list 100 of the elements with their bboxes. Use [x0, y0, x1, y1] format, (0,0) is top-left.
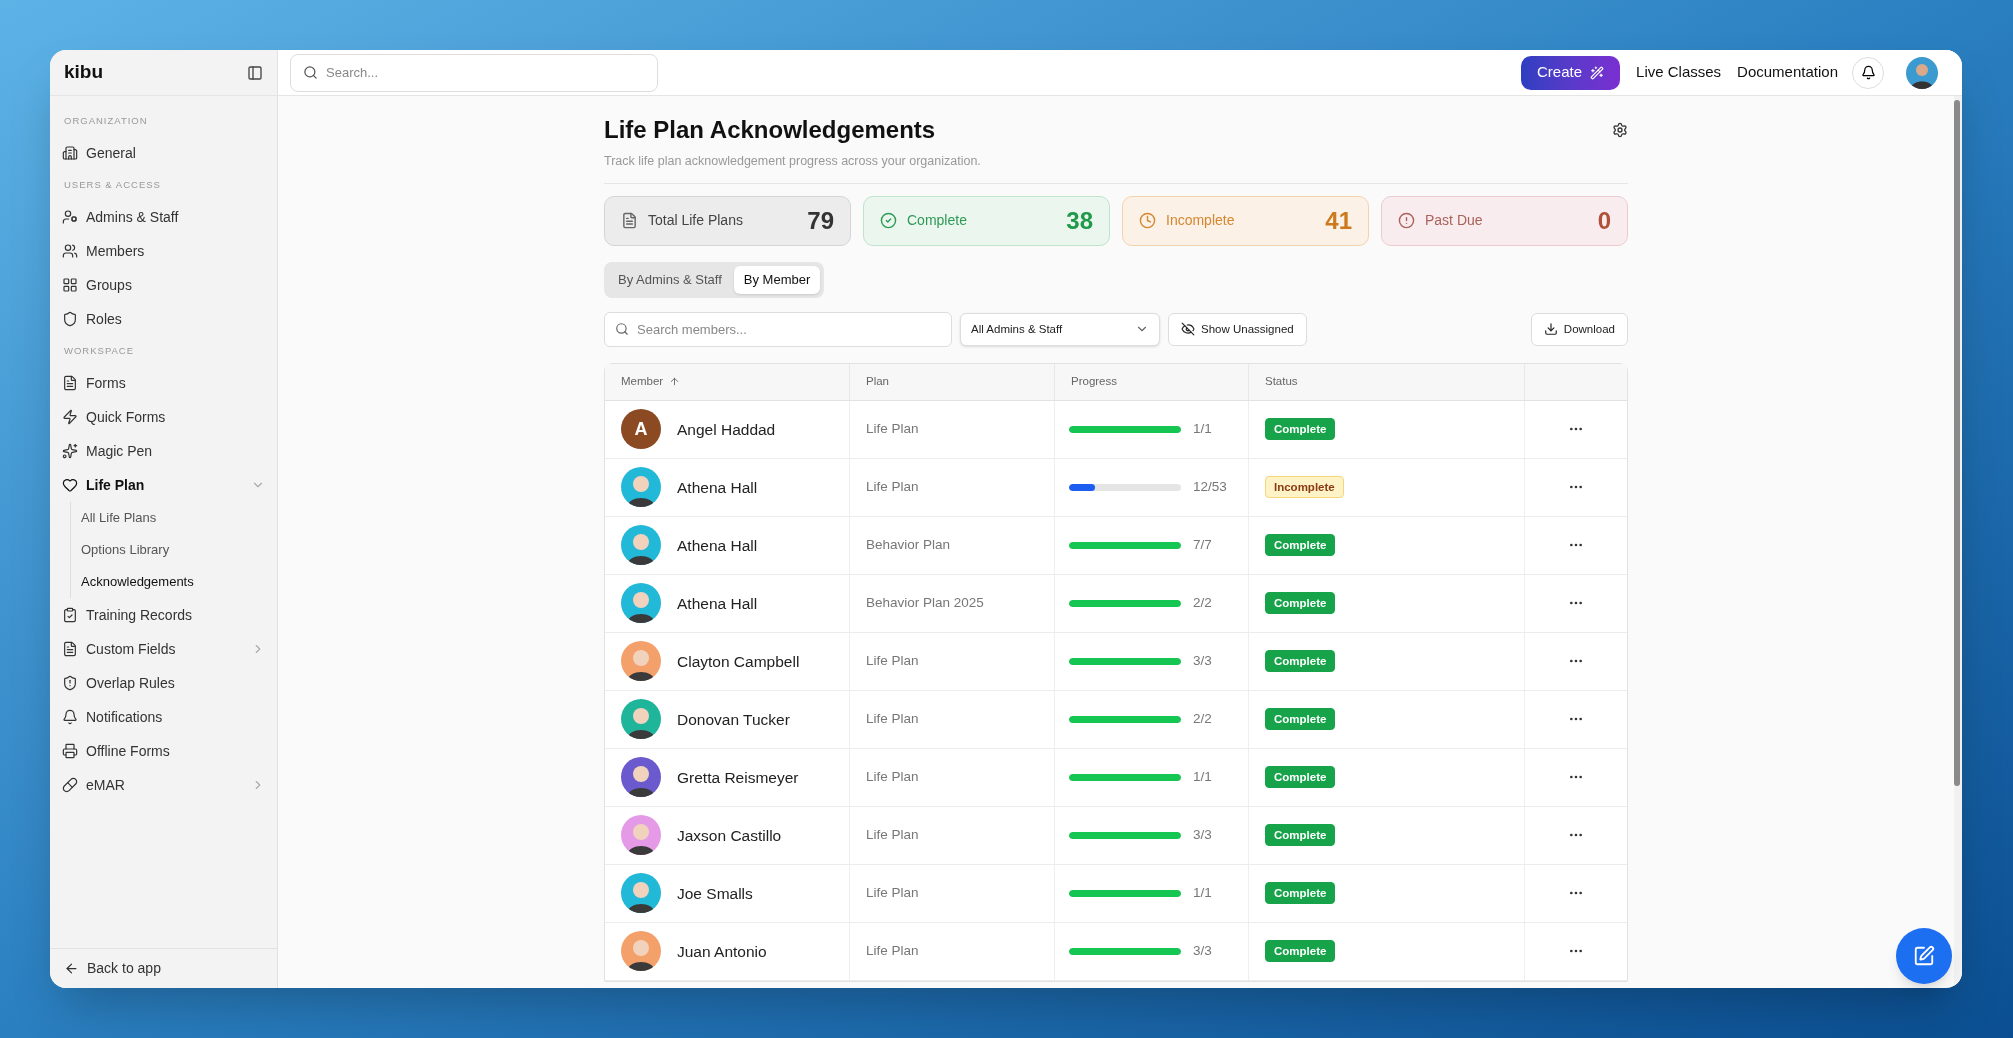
nav-link[interactable]: Live Classes [1636, 61, 1722, 84]
plan-name: Life Plan [866, 652, 919, 671]
document-icon [62, 641, 78, 657]
progress-count: 7/7 [1193, 536, 1212, 555]
sidebar-item[interactable]: General [50, 136, 277, 170]
edit-icon [1913, 945, 1935, 967]
progress-count: 2/2 [1193, 710, 1212, 729]
sidebar-item[interactable]: Custom Fields [50, 632, 277, 666]
member-name: Donovan Tucker [677, 709, 790, 730]
sidebar-subitem[interactable]: Options Library [81, 534, 277, 566]
document-icon [621, 212, 638, 230]
member-name: Jaxson Castillo [677, 825, 782, 846]
grid-icon [62, 277, 78, 293]
bell-icon [1860, 65, 1876, 80]
alert-circle-icon [1398, 212, 1415, 230]
status-badge: Complete [1265, 940, 1336, 963]
page-title: Life Plan Acknowledgements [604, 115, 936, 145]
stat-label: Total Life Plans [648, 211, 744, 231]
search-icon [615, 322, 629, 337]
sidebar-subitem[interactable]: Acknowledgements [81, 566, 277, 598]
back-link[interactable]: Back to app [50, 948, 277, 988]
plan-name: Life Plan [866, 420, 919, 439]
nav-link[interactable]: Documentation [1737, 61, 1838, 84]
status-badge: Complete [1265, 534, 1336, 557]
building-icon [62, 145, 78, 161]
sidebar-item[interactable]: Admins & Staff [50, 200, 277, 234]
sidebar-item[interactable]: Overlap Rules [50, 666, 277, 700]
view-tab[interactable]: By Admins & Staff [608, 265, 732, 294]
sidebar-item[interactable]: Groups [50, 268, 277, 302]
member-avatar: A [621, 409, 661, 450]
status-badge: Incomplete [1265, 476, 1344, 499]
pill-icon [62, 777, 78, 793]
stat-label: Complete [907, 211, 968, 231]
bell-icon [62, 709, 78, 725]
magic-wand-icon [1590, 65, 1605, 80]
member-name: Juan Antonio [677, 941, 767, 962]
printer-icon [62, 743, 78, 759]
page-subtitle: Track life plan acknowledgement progress across your organization. [604, 152, 1628, 184]
sort-arrow-icon[interactable] [669, 376, 681, 388]
progress-count: 1/1 [1193, 884, 1212, 903]
user-settings-icon [62, 209, 78, 225]
section-label: ORGANIZATION [63, 113, 149, 128]
status-badge: Complete [1265, 650, 1336, 673]
member-name: Gretta Reismeyer [677, 767, 799, 788]
member-search-field[interactable]: Search members... [604, 311, 952, 347]
stat-value: 79 [807, 205, 834, 236]
sidebar-subitem[interactable]: All Life Plans [81, 502, 277, 534]
check-circle-icon [880, 212, 897, 230]
stat-label: Incomplete [1166, 211, 1236, 231]
sidebar-item[interactable]: Offline Forms [50, 734, 277, 768]
plan-name: Life Plan [866, 478, 919, 497]
plan-name: Behavior Plan 2025 [866, 594, 984, 613]
view-tab[interactable]: By Member [733, 265, 821, 294]
sidebar-item[interactable]: eMAR [50, 768, 277, 802]
plan-name: Life Plan [866, 768, 919, 787]
member-name: Clayton Campbell [677, 651, 800, 672]
search-field[interactable]: Search... [290, 53, 658, 92]
progress-count: 3/3 [1193, 826, 1212, 845]
sidebar-toggle-icon[interactable] [247, 64, 263, 81]
member-name: Athena Hall [677, 593, 758, 614]
download-button[interactable]: Download [1530, 312, 1628, 346]
settings-icon[interactable] [1612, 122, 1628, 138]
column-header[interactable]: Plan [866, 373, 890, 391]
document-icon [62, 375, 78, 391]
sidebar-item[interactable]: Training Records [50, 598, 277, 632]
user-avatar[interactable] [1906, 56, 1938, 89]
sidebar-item[interactable]: Life Plan [50, 468, 277, 502]
create-button[interactable]: Create [1521, 55, 1621, 90]
users-icon [62, 243, 78, 259]
shield-alert-icon [62, 675, 78, 691]
sparkles-icon [62, 443, 78, 459]
stat-label: Past Due [1425, 211, 1484, 231]
sidebar-item[interactable]: Forms [50, 366, 277, 400]
sidebar-item[interactable]: Roles [50, 302, 277, 336]
progress-count: 1/1 [1193, 420, 1212, 439]
status-badge: Complete [1265, 766, 1336, 789]
section-label: WORKSPACE [63, 343, 136, 358]
stat-value: 41 [1325, 205, 1352, 236]
sidebar-item[interactable]: Members [50, 234, 277, 268]
sidebar-item[interactable]: Quick Forms [50, 400, 277, 434]
scrollbar-thumb[interactable] [1954, 100, 1960, 786]
plan-name: Life Plan [866, 942, 919, 961]
download-icon [1543, 322, 1558, 337]
plan-name: Life Plan [866, 884, 919, 903]
app-logo[interactable]: kibu [64, 58, 104, 87]
lightning-icon [62, 409, 78, 425]
member-name: Athena Hall [677, 477, 758, 498]
progress-count: 1/1 [1193, 768, 1212, 787]
column-header[interactable]: Member [621, 373, 664, 391]
sidebar-item[interactable]: Notifications [50, 700, 277, 734]
staff-filter-select[interactable]: All Admins & Staff [960, 312, 1160, 346]
column-header[interactable]: Status [1265, 373, 1298, 391]
clock-icon [1139, 212, 1156, 230]
show-unassigned-button[interactable]: Show Unassigned [1168, 312, 1307, 346]
progress-count: 12/53 [1193, 478, 1227, 497]
sidebar-item[interactable]: Magic Pen [50, 434, 277, 468]
plan-name: Life Plan [866, 826, 919, 845]
stat-value: 38 [1066, 205, 1093, 236]
column-header[interactable]: Progress [1071, 373, 1118, 391]
heart-icon [62, 477, 78, 493]
